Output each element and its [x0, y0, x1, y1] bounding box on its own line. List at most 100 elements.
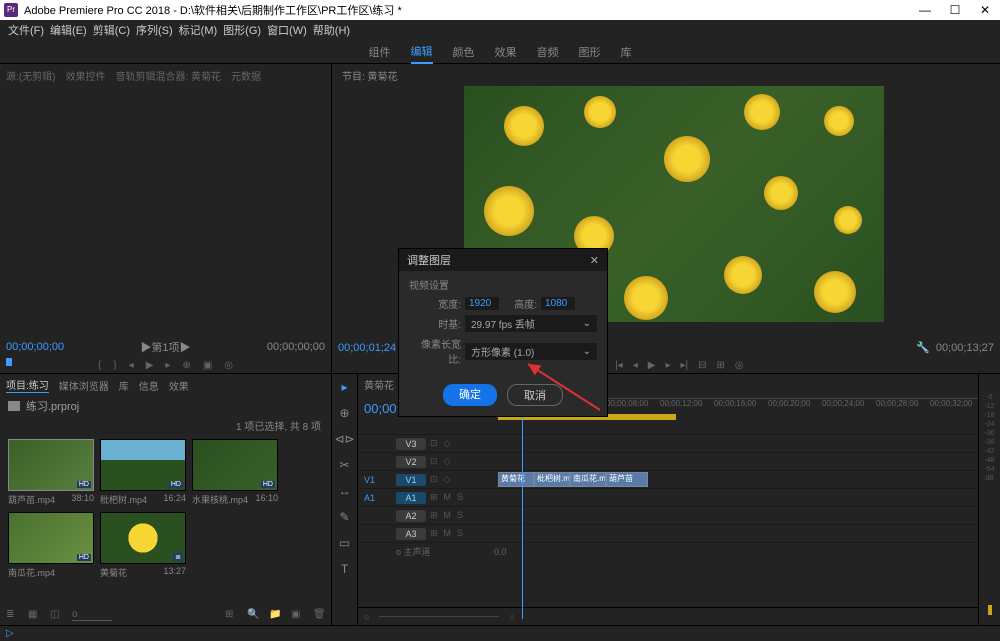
toggle-lock-icon[interactable]: S — [457, 510, 463, 521]
clip-v1-4[interactable]: 葫芦苗 — [606, 472, 648, 487]
list-view-icon[interactable]: ≣ — [6, 609, 18, 621]
program-tab[interactable]: 节目: 黄菊花 — [338, 64, 402, 87]
sequence-tab[interactable]: 黄菊花 — [364, 377, 394, 392]
razor-tool-icon[interactable]: ✂ — [338, 458, 352, 472]
menu-graphics[interactable]: 图形(G) — [223, 22, 261, 38]
clip-thumb[interactable]: HD — [8, 512, 94, 564]
source-tab-source[interactable]: 源:(无剪辑) — [6, 68, 55, 83]
toggle-solo-icon[interactable]: M — [444, 510, 452, 521]
source-tab-mixer[interactable]: 音轨剪辑混合器: 黄菊花 — [115, 68, 221, 83]
find-icon[interactable]: 🔍 — [247, 609, 259, 621]
toggle-output-icon[interactable]: ⊡ — [430, 474, 438, 485]
toggle-mute-icon[interactable]: ⊞ — [430, 510, 438, 521]
toggle-lock-icon[interactable]: S — [457, 528, 463, 539]
toggle-solo-icon[interactable]: M — [444, 492, 452, 503]
clip-v1-2[interactable]: 枇杷树.m — [534, 472, 570, 487]
source-overwrite-icon[interactable]: ▣ — [203, 360, 212, 371]
toggle-output-icon[interactable]: ⊡ — [430, 456, 438, 467]
slip-tool-icon[interactable]: ↔ — [338, 484, 352, 498]
menu-markers[interactable]: 标记(M) — [179, 22, 218, 38]
timeline-zoom-in-icon[interactable]: ○ — [509, 612, 514, 622]
selection-tool-icon[interactable]: ▸ — [338, 380, 352, 394]
project-tab-effects[interactable]: 效果 — [169, 378, 189, 393]
track-select-tool-icon[interactable]: ⊕ — [338, 406, 352, 420]
timeline-zoom-slider[interactable] — [379, 616, 499, 617]
source-tab-effectcontrols[interactable]: 效果控件 — [65, 68, 105, 83]
menu-sequence[interactable]: 序列(S) — [136, 22, 173, 38]
menu-clip[interactable]: 剪辑(C) — [93, 22, 130, 38]
track-label-v2[interactable]: V2 — [396, 456, 426, 468]
track-label-a1[interactable]: A1 — [396, 492, 426, 504]
type-tool-icon[interactable]: T — [338, 562, 352, 576]
menu-file[interactable]: 文件(F) — [8, 22, 44, 38]
auto-seq-icon[interactable]: ⊞ — [225, 609, 237, 621]
clip-thumb[interactable]: HD — [192, 439, 278, 491]
toggle-mute-icon[interactable]: ⊞ — [430, 528, 438, 539]
prog-go-out-icon[interactable]: ▸| — [680, 360, 688, 371]
tab-color[interactable]: 颜色 — [453, 41, 475, 63]
clip-v1-1[interactable]: 黄菊花 — [498, 472, 534, 487]
track-label-a2[interactable]: A2 — [396, 510, 426, 522]
freeform-view-icon[interactable]: ◫ — [50, 609, 62, 621]
tab-editing[interactable]: 编辑 — [411, 40, 433, 64]
tab-graphics[interactable]: 图形 — [579, 41, 601, 63]
source-step-back-icon[interactable]: ◂ — [129, 360, 134, 371]
toggle-lock-icon[interactable]: S — [457, 492, 463, 503]
wrench-icon[interactable]: 🔧 — [916, 342, 930, 354]
source-tab-metadata[interactable]: 元数据 — [231, 68, 261, 83]
zoom-slider[interactable]: o — [72, 609, 112, 621]
prog-extract-icon[interactable]: ⊞ — [716, 360, 724, 371]
toggle-lock-icon[interactable]: ◇ — [444, 438, 451, 449]
track-label-v3[interactable]: V3 — [396, 438, 426, 450]
track-label-v1[interactable]: V1 — [396, 474, 426, 486]
minimize-button[interactable]: — — [910, 0, 940, 20]
sequence-thumb[interactable]: ≣ — [100, 512, 186, 564]
source-export-frame-icon[interactable]: ◎ — [224, 360, 233, 371]
ok-button[interactable]: 确定 — [443, 384, 497, 406]
source-step-fwd-icon[interactable]: ▸ — [165, 360, 170, 371]
source-mark-in-icon[interactable]: { — [98, 360, 101, 371]
timebase-dropdown[interactable]: 29.97 fps 丢帧⌄ — [465, 315, 597, 332]
prog-lift-icon[interactable]: ⊟ — [698, 360, 706, 371]
track-label-a3[interactable]: A3 — [396, 528, 426, 540]
project-tab-media[interactable]: 媒体浏览器 — [59, 378, 109, 393]
source-zoom[interactable]: ▶第1项▶ — [140, 339, 190, 355]
toggle-output-icon[interactable]: ⊡ — [430, 438, 438, 449]
timeline-zoom-out-icon[interactable]: ○ — [364, 612, 369, 622]
menu-help[interactable]: 帮助(H) — [313, 22, 350, 38]
maximize-button[interactable]: ☐ — [940, 0, 970, 20]
tab-libraries[interactable]: 库 — [621, 41, 632, 63]
rectangle-tool-icon[interactable]: ▭ — [338, 536, 352, 550]
par-dropdown[interactable]: 方形像素 (1.0)⌄ — [465, 343, 597, 360]
ripple-tool-icon[interactable]: ⊲⊳ — [338, 432, 352, 446]
width-input[interactable]: 1920 — [465, 297, 499, 310]
toggle-lock-icon[interactable]: ◇ — [444, 474, 451, 485]
icon-view-icon[interactable]: ▦ — [28, 609, 40, 621]
toggle-solo-icon[interactable]: M — [444, 528, 452, 539]
delete-icon[interactable]: 🗑 — [313, 609, 325, 621]
render-status-icon[interactable]: ▷ — [6, 628, 14, 639]
cancel-button[interactable]: 取消 — [507, 384, 563, 406]
prog-step-back-icon[interactable]: ◂ — [633, 360, 638, 371]
project-tab-project[interactable]: 项目:练习 — [6, 377, 49, 393]
tab-audio[interactable]: 音频 — [537, 41, 559, 63]
prog-go-in-icon[interactable]: |◂ — [615, 360, 623, 371]
source-play-icon[interactable]: ▶ — [146, 360, 154, 371]
menu-window[interactable]: 窗口(W) — [267, 22, 307, 38]
new-bin-icon[interactable]: 📁 — [269, 609, 281, 621]
project-tab-lib[interactable]: 库 — [119, 378, 129, 393]
pen-tool-icon[interactable]: ✎ — [338, 510, 352, 524]
clip-v1-3[interactable]: 南瓜花.m — [570, 472, 606, 487]
source-insert-icon[interactable]: ⊕ — [182, 360, 190, 371]
clip-thumb[interactable]: HD — [8, 439, 94, 491]
close-button[interactable]: ✕ — [970, 0, 1000, 20]
toggle-lock-icon[interactable]: ◇ — [444, 456, 451, 467]
new-item-icon[interactable]: ▣ — [291, 609, 303, 621]
source-mark-out-icon[interactable]: } — [113, 360, 116, 371]
clip-thumb[interactable]: HD — [100, 439, 186, 491]
menu-edit[interactable]: 编辑(E) — [50, 22, 87, 38]
prog-export-frame-icon[interactable]: ◎ — [735, 360, 744, 371]
prog-play-icon[interactable]: ▶ — [648, 360, 656, 371]
project-tab-info[interactable]: 信息 — [139, 378, 159, 393]
tab-assembly[interactable]: 组件 — [369, 41, 391, 63]
